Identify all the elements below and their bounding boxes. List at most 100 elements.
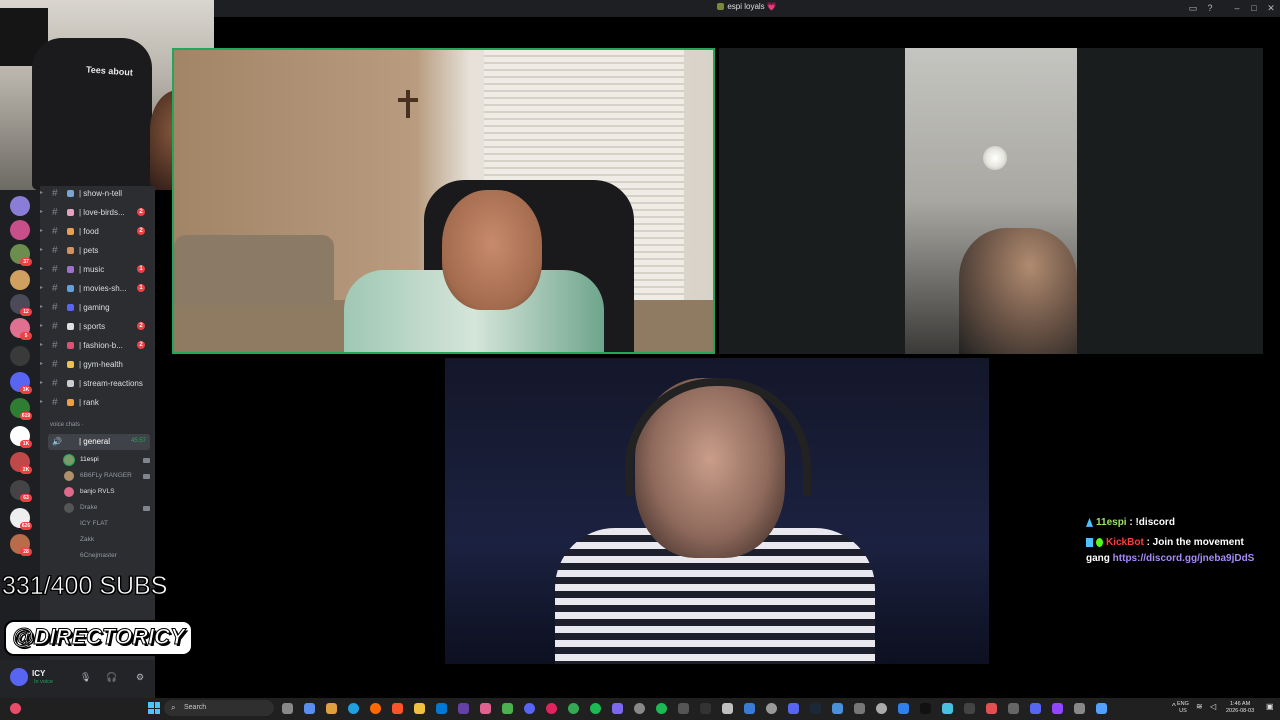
app-icon[interactable] <box>898 703 909 714</box>
maximize-button[interactable]: □ <box>1248 2 1260 14</box>
mention-badge: 626 <box>20 522 32 530</box>
microphone-icon[interactable]: 🎙 <box>80 672 91 683</box>
app-icon[interactable] <box>1008 703 1019 714</box>
app-icon[interactable] <box>964 703 975 714</box>
app-icon[interactable] <box>502 703 513 714</box>
app-icon[interactable] <box>480 703 491 714</box>
store-icon[interactable] <box>436 703 447 714</box>
avatar <box>64 487 74 497</box>
app-icon[interactable] <box>766 703 777 714</box>
channel-item[interactable]: ▸ # | music 1 <box>40 260 155 279</box>
voice-user[interactable]: ICY FLAT <box>64 516 150 532</box>
help-icon[interactable]: ? <box>1204 2 1216 14</box>
inbox-icon[interactable]: ▭ <box>1187 2 1199 14</box>
x-icon[interactable] <box>920 703 931 714</box>
edge-icon[interactable] <box>348 703 359 714</box>
steam-icon[interactable] <box>810 703 821 714</box>
avatar <box>64 503 74 513</box>
voice-user[interactable]: 11espi <box>64 452 150 468</box>
app-icon[interactable] <box>634 703 645 714</box>
channel-item[interactable]: ▸ # | love-birds... 2 <box>40 203 155 222</box>
video-tile[interactable] <box>719 48 1263 354</box>
app-icon[interactable] <box>744 703 755 714</box>
minimize-button[interactable]: – <box>1231 2 1243 14</box>
video-tile-speaking[interactable] <box>172 48 715 354</box>
start-button[interactable] <box>148 702 160 714</box>
channel-item[interactable]: ▸ # | stream-reactions <box>40 374 155 393</box>
video-tile[interactable] <box>445 358 989 664</box>
app-icon[interactable] <box>1096 703 1107 714</box>
voice-user[interactable]: Drake <box>64 500 150 516</box>
clock[interactable]: 1:46 AM 2026-08-03 <box>1226 701 1254 715</box>
server-icon[interactable] <box>10 220 30 240</box>
mention-badge: 12 <box>20 308 32 316</box>
server-icon[interactable] <box>10 270 30 290</box>
spotify-icon[interactable] <box>656 703 667 714</box>
sub-badge-icon <box>1086 517 1093 527</box>
channel-item[interactable]: ▸ # | rank <box>40 393 155 412</box>
folder-icon[interactable] <box>414 703 425 714</box>
app-icon[interactable] <box>722 703 733 714</box>
app-icon[interactable] <box>1074 703 1085 714</box>
notification-icon[interactable]: ▣ <box>1266 703 1274 711</box>
channel-item[interactable]: ▸ # | food 2 <box>40 222 155 241</box>
app-icon[interactable] <box>612 703 623 714</box>
task-view-icon[interactable] <box>282 703 293 714</box>
tray-chevron-icon[interactable]: ^ <box>1172 703 1176 711</box>
app-icon[interactable] <box>1052 703 1063 714</box>
avatar <box>64 535 74 545</box>
avatar[interactable] <box>10 668 28 686</box>
language-indicator[interactable]: ENG US <box>1177 701 1189 715</box>
brave-icon[interactable] <box>392 703 403 714</box>
app-icon[interactable] <box>832 703 843 714</box>
app-icon[interactable] <box>678 703 689 714</box>
couch <box>174 235 334 305</box>
avatar <box>64 551 74 561</box>
app-icon[interactable] <box>788 703 799 714</box>
app-icon[interactable] <box>590 703 601 714</box>
app-icon[interactable] <box>326 703 337 714</box>
server-icon <box>717 3 725 11</box>
discord-icon[interactable] <box>524 703 535 714</box>
discord-invite-link[interactable]: https://discord.gg/jneba9jDdS <box>1113 553 1255 564</box>
ceiling-light <box>983 146 1007 170</box>
channel-item[interactable]: ▸ # | sports 2 <box>40 317 155 336</box>
channel-item[interactable]: ▸ # | show-n-tell <box>40 184 155 203</box>
wifi-icon[interactable]: ≋ <box>1196 703 1203 711</box>
chrome-icon[interactable] <box>568 703 579 714</box>
opera-icon[interactable] <box>546 703 557 714</box>
channel-item[interactable]: ▸ # | gaming <box>40 298 155 317</box>
avatar <box>64 471 74 481</box>
app-icon[interactable] <box>304 703 315 714</box>
app-icon[interactable] <box>458 703 469 714</box>
taskbar-search[interactable]: ⌕ Search <box>164 700 274 716</box>
participant-face <box>442 190 542 310</box>
mention-badge: 63 <box>20 494 32 502</box>
app-icon[interactable] <box>876 703 887 714</box>
app-icon[interactable] <box>1030 703 1041 714</box>
app-icon[interactable] <box>854 703 865 714</box>
server-icon[interactable] <box>10 196 30 216</box>
close-button[interactable]: ✕ <box>1265 2 1277 14</box>
voice-user[interactable]: 6B6FLy RANGER <box>64 468 150 484</box>
firefox-icon[interactable] <box>370 703 381 714</box>
gaming-chair <box>32 38 152 190</box>
app-icon[interactable] <box>986 703 997 714</box>
voice-user[interactable]: banjo RVLS <box>64 484 150 500</box>
volume-icon[interactable]: ◁ <box>1210 703 1216 711</box>
app-icon[interactable] <box>700 703 711 714</box>
server-icon[interactable] <box>10 346 30 366</box>
streamer-handle-badge: @DIRECTORICY <box>4 620 193 656</box>
app-icon[interactable] <box>10 703 21 714</box>
headphones-icon[interactable]: 🎧 <box>106 672 117 683</box>
voice-user[interactable]: 6Cnejmaster <box>64 548 150 564</box>
channel-item[interactable]: ▸ # | fashion-b... 2 <box>40 336 155 355</box>
channel-item[interactable]: ▸ # | movies-sh... 1 <box>40 279 155 298</box>
channel-item[interactable]: ▸ # | gym-health <box>40 355 155 374</box>
voice-user[interactable]: Zakk <box>64 532 150 548</box>
channel-item[interactable]: ▸ # | pets <box>40 241 155 260</box>
app-icon[interactable] <box>942 703 953 714</box>
gear-icon[interactable]: ⚙ <box>136 672 144 683</box>
voice-channel-general[interactable]: 🔊 | general 45:57 <box>48 434 150 450</box>
voice-section-header[interactable]: voice chats · <box>50 422 84 428</box>
